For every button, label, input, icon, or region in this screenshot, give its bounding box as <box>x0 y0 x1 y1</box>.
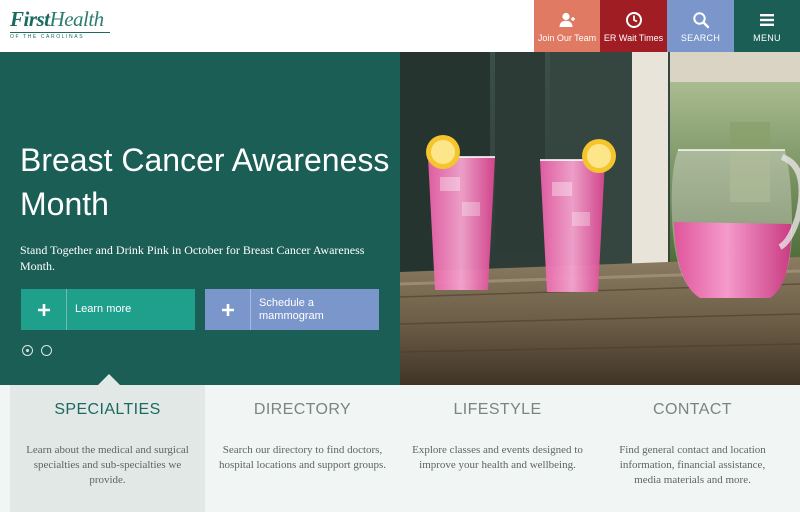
hamburger-icon <box>760 14 774 26</box>
join-our-team-button[interactable]: Join Our Team <box>534 0 600 59</box>
hero-image <box>400 52 800 385</box>
learn-more-label: Learn more <box>75 303 132 315</box>
tab-lifestyle-description: Explore classes and events designed to i… <box>412 444 583 471</box>
logo-divider <box>10 32 110 33</box>
quick-links-bar: SPECIALTIES Learn about the medical and … <box>0 385 800 512</box>
carousel-dot-1[interactable] <box>22 345 33 356</box>
er-wait-times-button[interactable]: ER Wait Times <box>600 0 667 59</box>
er-wait-times-label: ER Wait Times <box>603 33 664 43</box>
user-icon <box>559 12 575 27</box>
tab-contact-title: CONTACT <box>653 401 732 418</box>
tab-directory-description: Search our directory to find doctors, ho… <box>218 444 387 471</box>
tab-specialties-title: SPECIALTIES <box>54 401 161 418</box>
hero-title: Breast Cancer Awareness Month <box>20 142 390 222</box>
search-button[interactable]: SEARCH <box>667 0 734 59</box>
search-icon <box>692 12 709 29</box>
logo-wordmark: FirstHealth <box>10 7 104 31</box>
hero-description: Stand Together and Drink Pink in October… <box>20 243 365 273</box>
logo[interactable]: FirstHealth OF THE CAROLINAS <box>10 7 120 41</box>
plus-icon <box>21 289 67 330</box>
tab-lifestyle-title: LIFESTYLE <box>453 401 542 418</box>
tab-contact-description: Find general contact and location inform… <box>619 444 766 486</box>
hero-panel: Breast Cancer Awareness Month Stand Toge… <box>0 52 400 385</box>
join-our-team-label: Join Our Team <box>537 33 597 43</box>
tab-directory-title: DIRECTORY <box>253 401 352 418</box>
schedule-mammogram-button[interactable]: Schedule a mammogram <box>205 289 379 330</box>
carousel-dot-2[interactable] <box>41 345 52 356</box>
pink-drinks-photo <box>400 52 800 385</box>
active-tab-pointer <box>98 374 120 385</box>
learn-more-button[interactable]: Learn more <box>21 289 195 330</box>
tab-lifestyle[interactable]: LIFESTYLE Explore classes and events des… <box>400 385 595 512</box>
logo-subtitle: OF THE CAROLINAS <box>10 34 85 40</box>
tab-specialties-description: Learn about the medical and surgical spe… <box>26 444 189 486</box>
search-label: SEARCH <box>680 33 721 43</box>
site-header: FirstHealth OF THE CAROLINAS Join Our Te… <box>0 0 800 59</box>
menu-label: MENU <box>753 33 781 43</box>
tab-contact[interactable]: CONTACT Find general contact and locatio… <box>595 385 790 512</box>
schedule-mammogram-label: Schedule a mammogram <box>259 296 324 322</box>
plus-icon <box>205 289 251 330</box>
clock-icon <box>625 12 642 28</box>
carousel-indicators <box>22 345 52 356</box>
tab-specialties[interactable]: SPECIALTIES Learn about the medical and … <box>10 385 205 512</box>
menu-button[interactable]: MENU <box>734 0 800 59</box>
tab-directory[interactable]: DIRECTORY Search our directory to find d… <box>205 385 400 512</box>
